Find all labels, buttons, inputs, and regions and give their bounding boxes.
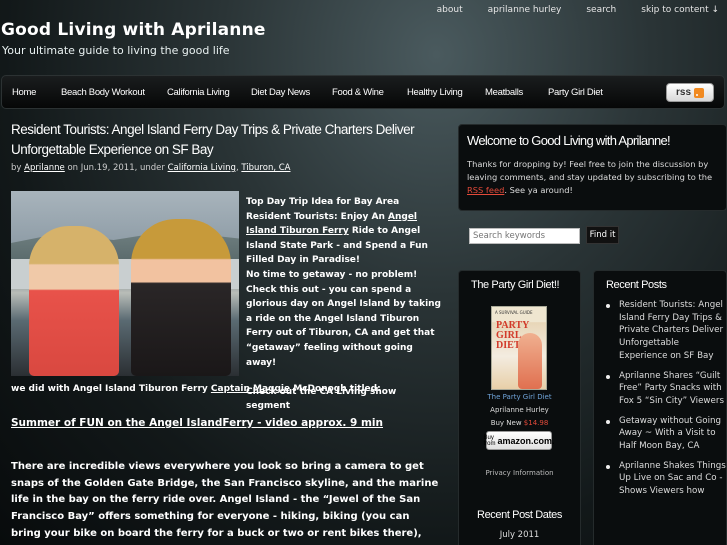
photo-person-left xyxy=(29,226,119,376)
buy-new-label: Buy New xyxy=(490,419,524,427)
buy-from-amazon-button[interactable]: Buy from amazon.com. xyxy=(483,431,555,450)
rss-feed-link[interactable]: RSS feed xyxy=(467,185,504,195)
privacy-info-link[interactable]: Privacy Information xyxy=(459,469,580,477)
book-price-line: Buy New $14.98 xyxy=(459,419,580,427)
photo-person-right xyxy=(131,219,231,376)
rss-button[interactable]: rss xyxy=(666,83,714,102)
cont-text-2: McDonogh titled: xyxy=(290,384,381,394)
top-link-skip-to-content[interactable]: skip to content ↓ xyxy=(624,5,727,15)
recent-post-item[interactable]: Resident Tourists: Angel Island Ferry Da… xyxy=(606,299,727,363)
author-link[interactable]: Aprilanne xyxy=(24,163,65,173)
nav-diet-day-news[interactable]: Diet Day News xyxy=(251,87,310,98)
nav-california-living[interactable]: California Living xyxy=(167,87,230,98)
cont-text-1: we did with Angel Island Tiburon Ferry xyxy=(11,384,211,394)
nav-food-and-wine[interactable]: Food & Wine xyxy=(332,87,384,98)
archive-link-july-2011[interactable]: July 2011 xyxy=(459,530,580,540)
recent-post-item[interactable]: Getaway without Going Away ~ With a Visi… xyxy=(606,415,727,453)
party-girl-diet-widget: The Party Girl Diet!! A SURVIVAL GUIDE P… xyxy=(458,270,581,545)
rss-label: rss xyxy=(675,87,691,98)
post-title[interactable]: Resident Tourists: Angel Island Ferry Da… xyxy=(11,120,441,160)
recent-posts-list: Resident Tourists: Angel Island Ferry Da… xyxy=(594,291,726,498)
book-price: $14.98 xyxy=(523,419,549,427)
intro-text-3: No time to getaway - no problem! Check t… xyxy=(246,269,441,368)
book-author: Aprilanne Hurley xyxy=(490,406,549,414)
nav-healthy-living[interactable]: Healthy Living xyxy=(407,87,463,98)
byline-date: on Jun.19, 2011, under xyxy=(64,163,168,173)
welcome-text: Thanks for dropping by! Feel free to joi… xyxy=(467,158,718,197)
welcome-text-1: Thanks for dropping by! Feel free to joi… xyxy=(467,159,713,182)
book-cover[interactable]: A SURVIVAL GUIDE PARTY GIRL DIET xyxy=(491,306,547,390)
recent-post-dates-title: Recent Post Dates xyxy=(477,509,562,521)
category-link-tiburon[interactable]: Tiburon, CA xyxy=(241,163,290,173)
post-byline: by Aprilanne on Jun.19, 2011, under Cali… xyxy=(11,163,441,173)
recent-post-item[interactable]: Aprilanne Shakes Things Up Live on Sac a… xyxy=(606,460,727,498)
recent-posts-title: Recent Posts xyxy=(606,279,667,291)
top-link-search[interactable]: search xyxy=(569,5,624,15)
post-photo xyxy=(11,191,239,376)
book-link[interactable]: The Party Girl Diet xyxy=(459,393,580,401)
rss-icon xyxy=(694,87,704,98)
post-article: Resident Tourists: Angel Island Ferry Da… xyxy=(11,120,441,545)
top-link-about[interactable]: about xyxy=(420,5,471,15)
category-link-california-living[interactable]: California Living xyxy=(168,163,236,173)
nav-meatballs[interactable]: Meatballs xyxy=(485,87,523,98)
header: Good Living with Aprilanne Your ultimate… xyxy=(0,0,727,75)
site-title[interactable]: Good Living with Aprilanne xyxy=(1,20,266,40)
nav-party-girl-diet[interactable]: Party Girl Diet xyxy=(548,87,603,98)
search-button[interactable]: Find it xyxy=(586,226,619,244)
welcome-text-2: . See ya around! xyxy=(504,185,573,195)
nav-beach-body-workout[interactable]: Beach Body Workout xyxy=(61,87,145,98)
byline-by: by xyxy=(11,163,22,173)
top-links: about aprilanne hurley search skip to co… xyxy=(420,5,727,15)
site-tagline: Your ultimate guide to living the good l… xyxy=(2,44,230,57)
post-continuation: we did with Angel Island Tiburon Ferry C… xyxy=(11,382,441,397)
book-cover-figure xyxy=(518,333,542,389)
top-link-aprilanne-hurley[interactable]: aprilanne hurley xyxy=(471,5,570,15)
nav-home[interactable]: Home xyxy=(12,87,36,98)
recent-posts-widget: Recent Posts Resident Tourists: Angel Is… xyxy=(593,270,727,545)
video-link[interactable]: Summer of FUN on the Angel IslandFerry -… xyxy=(11,417,383,429)
captain-maggie-link[interactable]: Captain Maggie xyxy=(211,384,290,394)
search-input[interactable] xyxy=(469,228,580,244)
book-cover-top: A SURVIVAL GUIDE xyxy=(495,310,533,315)
main-nav: Home Beach Body Workout California Livin… xyxy=(1,75,725,109)
amazon-logo-text: amazon.com. xyxy=(497,435,555,446)
recent-post-item[interactable]: Aprilanne Shares “Guilt Free” Party Snac… xyxy=(606,370,727,408)
welcome-widget: Welcome to Good Living with Aprilanne! T… xyxy=(458,124,727,211)
buy-from-label: Buy from xyxy=(483,434,496,447)
party-widget-title: The Party Girl Diet!! xyxy=(471,279,560,291)
intro-text-1: Top Day Trip Idea for Bay Area Resident … xyxy=(246,197,400,222)
post-body: There are incredible views everywhere yo… xyxy=(11,461,439,545)
welcome-title: Welcome to Good Living with Aprilanne! xyxy=(467,133,671,148)
